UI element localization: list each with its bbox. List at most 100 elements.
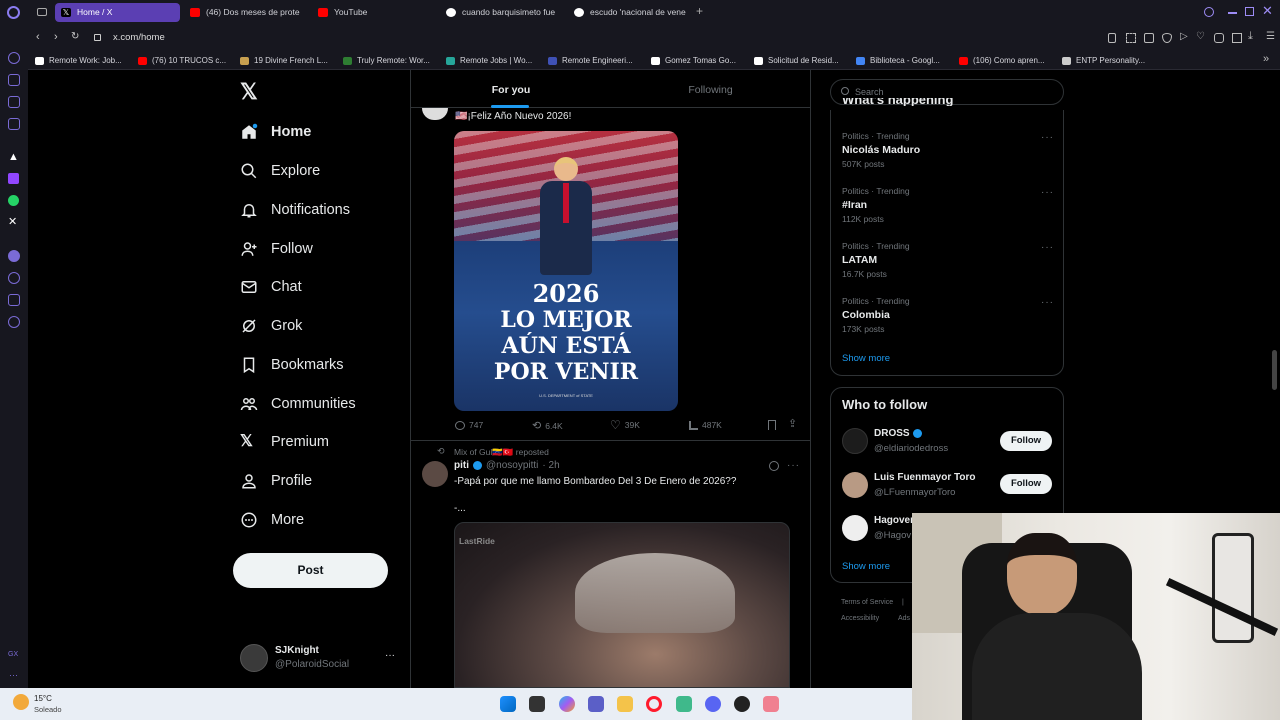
whatsapp-icon[interactable] bbox=[8, 195, 19, 206]
x-sidebar-icon[interactable]: ✕ bbox=[8, 215, 17, 228]
follow-button[interactable]: Follow bbox=[1000, 431, 1052, 451]
forward-icon[interactable]: › bbox=[54, 31, 58, 43]
tab-overview-icon[interactable] bbox=[37, 8, 47, 16]
footer-terms[interactable]: Terms of Service bbox=[841, 599, 893, 606]
nav-notifications[interactable]: Notifications bbox=[240, 197, 350, 223]
bookmark-item[interactable]: (106) Como apren... bbox=[959, 54, 1045, 68]
account-more-icon[interactable]: ··· bbox=[385, 650, 395, 661]
trend-item[interactable]: Politics · Trending #Iran 112K posts ··· bbox=[842, 186, 1054, 228]
maximize-icon[interactable] bbox=[1245, 7, 1254, 16]
repost-button[interactable]: ⟲ 6.4K bbox=[532, 419, 563, 432]
trend-more-icon[interactable]: ··· bbox=[1041, 297, 1054, 308]
snapshot-icon[interactable] bbox=[1126, 33, 1136, 43]
nav-explore[interactable]: Explore bbox=[240, 158, 320, 184]
post-time[interactable]: · 2h bbox=[542, 460, 559, 471]
bookmark-item[interactable]: (76) 10 TRUCOS c... bbox=[138, 54, 226, 68]
aria-icon[interactable] bbox=[8, 52, 20, 64]
nav-communities[interactable]: Communities bbox=[240, 391, 356, 417]
tab-following[interactable]: Following bbox=[611, 70, 810, 108]
nav-profile[interactable]: Profile bbox=[240, 468, 312, 494]
download-icon[interactable]: ⤓ bbox=[1248, 30, 1253, 43]
nav-grok[interactable]: Grok bbox=[240, 313, 302, 339]
tab-home-x[interactable]: 𝕏 Home / X bbox=[55, 3, 180, 22]
bookmark-item[interactable]: Remote Work: Job... bbox=[35, 54, 122, 68]
nav-follow[interactable]: Follow bbox=[240, 236, 313, 262]
footer-accessibility[interactable]: Accessibility bbox=[841, 615, 879, 622]
grok-post-icon[interactable] bbox=[769, 461, 779, 471]
nav-bookmarks[interactable]: Bookmarks bbox=[240, 352, 344, 378]
bookmark-item[interactable]: ENTP Personality... bbox=[1062, 54, 1145, 68]
post-button[interactable]: Post bbox=[233, 553, 388, 588]
tab-youtube[interactable]: YouTube bbox=[312, 3, 432, 22]
trend-more-icon[interactable]: ··· bbox=[1041, 187, 1054, 198]
bookmark-item[interactable]: Solicitud de Resid... bbox=[754, 54, 839, 68]
post-video[interactable]: LastRide bbox=[454, 522, 790, 688]
wallet-icon[interactable] bbox=[1232, 33, 1242, 43]
start-icon[interactable] bbox=[500, 696, 516, 712]
bookmark-item[interactable]: Biblioteca - Googl... bbox=[856, 54, 940, 68]
aria-logo-icon[interactable]: ▲ bbox=[8, 151, 19, 163]
opera-logo-icon[interactable] bbox=[7, 6, 20, 19]
bookmark-icon[interactable] bbox=[768, 420, 776, 430]
views-button[interactable]: 487K bbox=[689, 420, 722, 430]
notepad-icon[interactable] bbox=[676, 696, 692, 712]
bookmark-item[interactable]: 19 Divine French L... bbox=[240, 54, 328, 68]
copilot-icon[interactable] bbox=[559, 696, 575, 712]
nav-premium[interactable]: 𝕏 Premium bbox=[240, 429, 329, 455]
gx-icon[interactable]: GX bbox=[8, 651, 18, 658]
bookmark-item[interactable]: Remote Jobs | Wo... bbox=[446, 54, 532, 68]
teams-icon[interactable] bbox=[588, 696, 604, 712]
post-image[interactable]: 2026 LO MEJOR AÚN ESTÁ POR VENIR U.S. DE… bbox=[454, 131, 678, 411]
vpn-icon[interactable] bbox=[1144, 33, 1154, 43]
nav-chat[interactable]: Chat bbox=[240, 274, 302, 300]
trend-item[interactable]: Politics · Trending Nicolás Maduro 507K … bbox=[842, 131, 1054, 173]
bookmark-item[interactable]: Truly Remote: Wor... bbox=[343, 54, 430, 68]
weather-icon[interactable] bbox=[13, 694, 29, 710]
messenger-icon[interactable] bbox=[8, 118, 20, 130]
reposted-by[interactable]: Mix of Gul🇻🇪🇹🇷 reposted bbox=[454, 447, 549, 458]
url-field[interactable]: x.com/home bbox=[113, 32, 165, 43]
show-more-link[interactable]: Show more bbox=[842, 561, 890, 572]
more-icon[interactable]: ··· bbox=[9, 670, 18, 680]
suggestion-item[interactable]: Hagover @Hagov bbox=[842, 514, 912, 544]
suggestion-item[interactable]: Luis Fuenmayor Toro @LFuenmayorToro Foll… bbox=[842, 471, 1054, 503]
music-icon[interactable] bbox=[8, 250, 20, 262]
tab-for-you[interactable]: For you bbox=[411, 70, 611, 108]
reply-button[interactable]: 747 bbox=[455, 420, 483, 430]
author-name[interactable]: piti bbox=[454, 460, 469, 471]
trend-more-icon[interactable]: ··· bbox=[1041, 242, 1054, 253]
weather-temp[interactable]: 15°C bbox=[34, 694, 52, 703]
heart-icon[interactable]: ♡ bbox=[1196, 31, 1205, 42]
task-view-icon[interactable] bbox=[529, 696, 545, 712]
like-button[interactable]: ♡ 39K bbox=[610, 418, 640, 432]
shield-icon[interactable] bbox=[1162, 33, 1172, 43]
bookmark-item[interactable]: Remote Engineeri... bbox=[548, 54, 633, 68]
close-icon[interactable]: ✕ bbox=[1262, 3, 1273, 19]
settings-icon[interactable] bbox=[8, 316, 20, 328]
play-icon[interactable]: ▷ bbox=[1180, 31, 1188, 42]
bookmark-item[interactable]: Gomez Tomas Go... bbox=[651, 54, 736, 68]
scrollbar[interactable] bbox=[1272, 350, 1277, 390]
tab-google-search-1[interactable]: cuando barquisimeto fue bbox=[440, 3, 560, 22]
trend-more-icon[interactable]: ··· bbox=[1041, 132, 1054, 143]
nav-home[interactable]: Home bbox=[240, 119, 311, 145]
new-tab-button[interactable]: + bbox=[696, 4, 703, 18]
assistant-icon[interactable] bbox=[8, 74, 20, 86]
twitch-icon[interactable] bbox=[8, 173, 19, 184]
menu-icon[interactable]: ☰ bbox=[1266, 31, 1275, 42]
show-more-link[interactable]: Show more bbox=[842, 353, 890, 364]
trend-item[interactable]: Politics · Trending LATAM 16.7K posts ··… bbox=[842, 241, 1054, 283]
trend-item[interactable]: Politics · Trending Colombia 173K posts … bbox=[842, 296, 1054, 338]
bookmarks-overflow-icon[interactable]: » bbox=[1263, 53, 1269, 65]
history-icon[interactable] bbox=[8, 272, 20, 284]
discord-icon[interactable] bbox=[705, 696, 721, 712]
weather-desc[interactable]: Soleado bbox=[34, 705, 62, 714]
extensions-icon[interactable] bbox=[8, 294, 20, 306]
extensions-puzzle-icon[interactable] bbox=[1214, 33, 1224, 43]
minimize-icon[interactable] bbox=[1228, 12, 1237, 14]
tab-youtube-video[interactable]: (46) Dos meses de prote bbox=[184, 3, 304, 22]
follow-button[interactable]: Follow bbox=[1000, 474, 1052, 494]
search-tabs-icon[interactable] bbox=[1204, 7, 1214, 17]
avatar[interactable] bbox=[422, 461, 448, 487]
back-icon[interactable]: ‹ bbox=[36, 31, 40, 43]
